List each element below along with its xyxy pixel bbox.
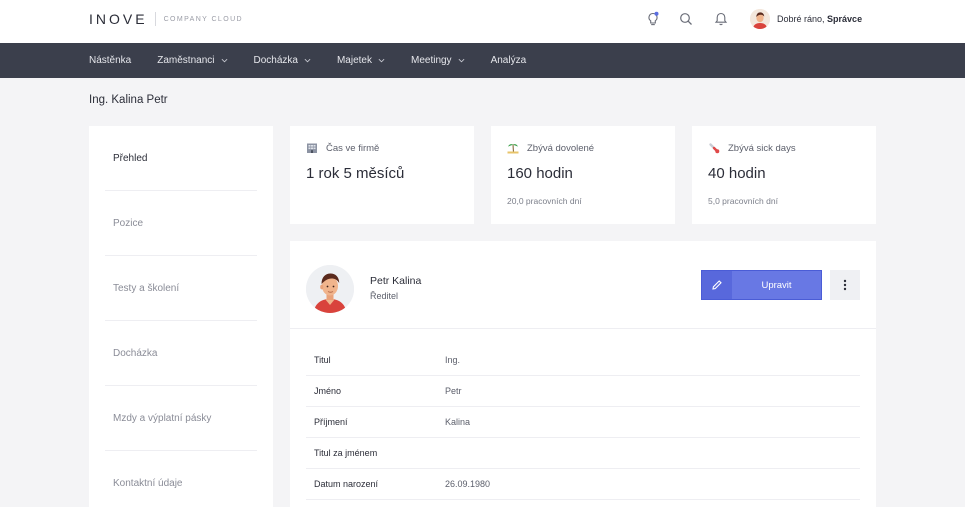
more-options-button[interactable] <box>830 270 860 300</box>
detail-value: Ing. <box>445 355 461 365</box>
user-name: Správce <box>827 14 863 24</box>
brand-logo[interactable]: INOVE COMPANY CLOUD <box>89 11 243 27</box>
profile-role: Ředitel <box>370 291 399 301</box>
nav-item-zamestnanci[interactable]: Zaměstnanci <box>157 55 227 66</box>
side-item-pozice[interactable]: Pozice <box>105 191 257 256</box>
nav-item-label: Analýza <box>490 55 527 66</box>
profile-name: Petr Kalina <box>370 275 422 287</box>
nav-item-label: Majetek <box>336 55 372 66</box>
side-item-kontakty[interactable]: Kontaktní údaje <box>105 451 257 507</box>
nav-item-label: Docházka <box>253 55 298 66</box>
greeting-label: Dobré ráno, <box>777 14 825 24</box>
stat-value: 160 hodin <box>507 165 573 182</box>
greeting-text: Dobré ráno, Správce <box>777 14 862 24</box>
detail-value: 26.09.1980 <box>445 479 491 489</box>
bell-icon[interactable] <box>713 11 729 27</box>
profile-header: Petr Kalina Ředitel Upravit <box>290 241 876 329</box>
page-title: Ing. Kalina Petr <box>89 94 168 106</box>
beach-icon <box>507 144 519 154</box>
stat-subvalue: 5,0 pracovních dní <box>708 196 778 206</box>
detail-row: Příjmení Kalina <box>306 407 860 438</box>
avatar[interactable] <box>750 9 770 29</box>
lightbulb-icon[interactable] <box>645 11 661 27</box>
stat-card-header: Zbývá dovolené <box>507 142 594 154</box>
nav-item-meetingy[interactable]: Meetingy <box>411 55 465 66</box>
detail-value: Kalina <box>445 417 471 427</box>
stat-label: Zbývá sick days <box>728 142 796 154</box>
nav-item-nastenka[interactable]: Nástěnka <box>89 55 131 66</box>
chevron-down-icon <box>304 58 311 63</box>
side-item-mzdy[interactable]: Mzdy a výplatní pásky <box>105 386 257 451</box>
main-navigation: Nástěnka Zaměstnanci Docházka Majetek Me… <box>0 43 965 78</box>
side-item-dochazka[interactable]: Docházka <box>105 321 257 386</box>
chevron-down-icon <box>378 58 385 63</box>
detail-key: Titul <box>314 355 331 365</box>
detail-row: Datum narození 26.09.1980 <box>306 469 860 500</box>
profile-side-menu: Přehled Pozice Testy a školení Docházka … <box>89 126 273 507</box>
stat-card-header: Zbývá sick days <box>708 142 796 154</box>
nav-item-dochazka[interactable]: Docházka <box>254 55 311 66</box>
nav-item-label: Zaměstnanci <box>157 55 215 66</box>
detail-key: Příjmení <box>314 417 348 427</box>
thermometer-icon <box>709 143 720 154</box>
profile-avatar <box>306 265 354 313</box>
chevron-down-icon <box>458 58 464 63</box>
detail-key: Titul za jménem <box>314 448 378 458</box>
nav-item-label: Nástěnka <box>89 55 132 66</box>
stat-subvalue: 20,0 pracovních dní <box>507 196 582 206</box>
edit-button-label: Upravit <box>761 279 792 291</box>
vertical-dots-icon <box>843 279 847 291</box>
nav-item-label: Meetingy <box>410 55 452 66</box>
brand-subtitle: COMPANY CLOUD <box>163 15 243 23</box>
side-item-prehled[interactable]: Přehled <box>105 126 257 191</box>
stat-value: 1 rok 5 měsíců <box>306 165 405 182</box>
brand-divider <box>154 12 156 26</box>
stat-card-vacation: Zbývá dovolené 160 hodin 20,0 pracovních… <box>491 126 675 224</box>
search-icon[interactable] <box>678 11 694 27</box>
stat-value: 40 hodin <box>708 165 766 182</box>
pencil-icon <box>702 271 732 299</box>
detail-row: Titul Ing. <box>306 345 860 376</box>
stat-label: Zbývá dovolené <box>527 142 595 154</box>
detail-key: Datum narození <box>314 479 379 489</box>
detail-row: Titul za jménem <box>306 438 860 469</box>
detail-row: Jméno Petr <box>306 376 860 407</box>
stat-card-tenure: Čas ve firmě 1 rok 5 měsíců <box>290 126 474 224</box>
profile-details: Titul Ing. Jméno Petr Příjmení Kalina Ti… <box>306 345 860 500</box>
side-item-testy[interactable]: Testy a školení <box>105 256 257 321</box>
stat-card-sick-days: Zbývá sick days 40 hodin 5,0 pracovních … <box>692 126 876 224</box>
top-bar: INOVE COMPANY CLOUD Dobré ráno, Správce <box>0 0 965 43</box>
stat-label: Čas ve firmě <box>326 142 380 154</box>
stat-card-header: Čas ve firmě <box>306 142 379 154</box>
nav-item-majetek[interactable]: Majetek <box>337 55 385 66</box>
detail-value: Petr <box>445 386 462 396</box>
nav-item-analyza[interactable]: Analýza <box>491 55 527 66</box>
profile-panel: Petr Kalina Ředitel Upravit Titul Ing. J… <box>290 241 876 507</box>
user-greeting[interactable]: Dobré ráno, Správce <box>750 9 862 29</box>
building-icon <box>307 143 317 153</box>
detail-key: Jméno <box>314 386 342 396</box>
edit-button[interactable]: Upravit <box>701 270 822 300</box>
chevron-down-icon <box>221 58 227 63</box>
brand-name: INOVE <box>89 11 148 27</box>
